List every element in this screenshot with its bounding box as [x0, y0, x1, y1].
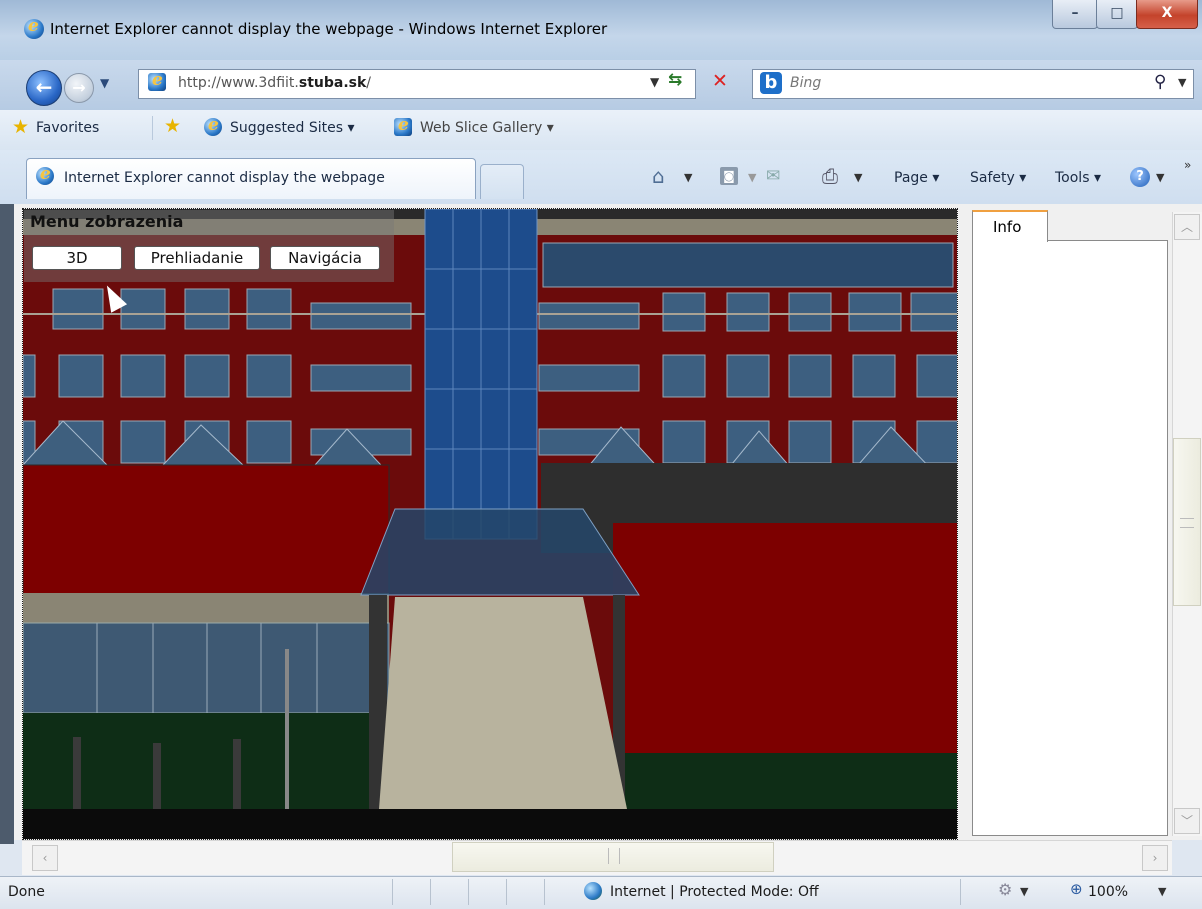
- divider: [392, 879, 393, 905]
- favorites-button[interactable]: Favorites: [36, 120, 99, 136]
- print-icon[interactable]: ⎙: [822, 164, 838, 188]
- suggested-sites-button[interactable]: Suggested Sites ▾: [230, 120, 355, 136]
- window-edge: [0, 204, 14, 844]
- recent-pages-dropdown-icon[interactable]: ▼: [100, 76, 109, 90]
- home-icon[interactable]: ⌂: [652, 164, 665, 188]
- status-text: Done: [8, 884, 45, 900]
- address-url: http://www.3dfiit.stuba.sk/: [178, 75, 372, 91]
- divider: [544, 879, 545, 905]
- help-dropdown-icon[interactable]: ▼: [1156, 171, 1164, 184]
- bing-icon: b: [760, 72, 782, 94]
- page-icon: [148, 70, 166, 95]
- protected-mode-icon[interactable]: ⚙: [998, 880, 1012, 899]
- tab-label: Internet Explorer cannot display the web…: [64, 170, 385, 186]
- ie-logo-icon: [24, 16, 44, 43]
- scroll-right-button[interactable]: ›: [1142, 845, 1168, 871]
- divider: [468, 879, 469, 905]
- grip-icon: [608, 848, 620, 864]
- suggested-sites-icon: [204, 115, 222, 140]
- tools-menu[interactable]: Tools ▾: [1055, 170, 1101, 186]
- minimize-button[interactable]: –: [1052, 0, 1098, 29]
- zoom-level[interactable]: 100%: [1088, 884, 1128, 900]
- tab-ie-icon: [36, 164, 54, 189]
- search-icon[interactable]: ⚲: [1154, 72, 1166, 92]
- scroll-left-button[interactable]: ‹: [32, 845, 58, 871]
- search-placeholder: Bing: [790, 75, 822, 91]
- feeds-dropdown-icon[interactable]: ▼: [748, 171, 756, 184]
- close-button[interactable]: X: [1136, 0, 1198, 29]
- stop-icon[interactable]: ✕: [712, 70, 728, 92]
- divider: [506, 879, 507, 905]
- grip-icon: [1180, 518, 1194, 528]
- security-zone[interactable]: Internet | Protected Mode: Off: [610, 884, 819, 900]
- back-button[interactable]: ←: [26, 70, 62, 106]
- favorites-star-icon: ★: [12, 116, 30, 138]
- web-slice-gallery-button[interactable]: Web Slice Gallery ▾: [420, 120, 554, 136]
- add-favorite-icon[interactable]: ★: [164, 115, 181, 137]
- zoom-dropdown-icon[interactable]: ▼: [1158, 885, 1166, 898]
- new-tab-button[interactable]: [480, 164, 524, 199]
- chevron-more-icon[interactable]: »: [1184, 158, 1191, 172]
- address-dropdown-icon[interactable]: ▼: [650, 75, 659, 89]
- search-options-icon[interactable]: ▼: [1178, 76, 1186, 89]
- tab-info[interactable]: Info: [972, 210, 1048, 242]
- info-panel: [972, 240, 1168, 836]
- window-title: Internet Explorer cannot display the web…: [50, 20, 608, 38]
- protected-mode-dropdown-icon[interactable]: ▼: [1020, 885, 1028, 898]
- scroll-up-button[interactable]: ︿: [1174, 214, 1200, 240]
- browse-view-button[interactable]: Prehliadanie: [134, 246, 260, 270]
- divider: [430, 879, 431, 905]
- web-slice-icon: [394, 115, 412, 140]
- home-dropdown-icon[interactable]: ▼: [684, 171, 692, 184]
- divider: [152, 116, 153, 140]
- 3d-building-render: [23, 209, 957, 839]
- navigation-view-button[interactable]: Navigácia: [270, 246, 380, 270]
- 3d-view-button[interactable]: 3D: [32, 246, 122, 270]
- zoom-icon[interactable]: ⊕: [1070, 880, 1083, 898]
- view-menu-title: Menu zobrazenia: [30, 212, 184, 231]
- forward-button[interactable]: →: [64, 73, 94, 103]
- scroll-down-button[interactable]: ﹀: [1174, 808, 1200, 834]
- maximize-button[interactable]: □: [1096, 0, 1138, 29]
- refresh-icon[interactable]: ⇆: [668, 70, 682, 90]
- feeds-icon[interactable]: ◙: [720, 167, 738, 185]
- 3d-scene-viewport[interactable]: [22, 208, 958, 840]
- print-dropdown-icon[interactable]: ▼: [854, 171, 862, 184]
- page-menu[interactable]: Page ▾: [894, 170, 939, 186]
- divider: [960, 879, 961, 905]
- read-mail-icon[interactable]: ✉: [766, 166, 780, 186]
- globe-icon: [584, 882, 602, 900]
- help-icon[interactable]: ?: [1130, 167, 1150, 187]
- safety-menu[interactable]: Safety ▾: [970, 170, 1026, 186]
